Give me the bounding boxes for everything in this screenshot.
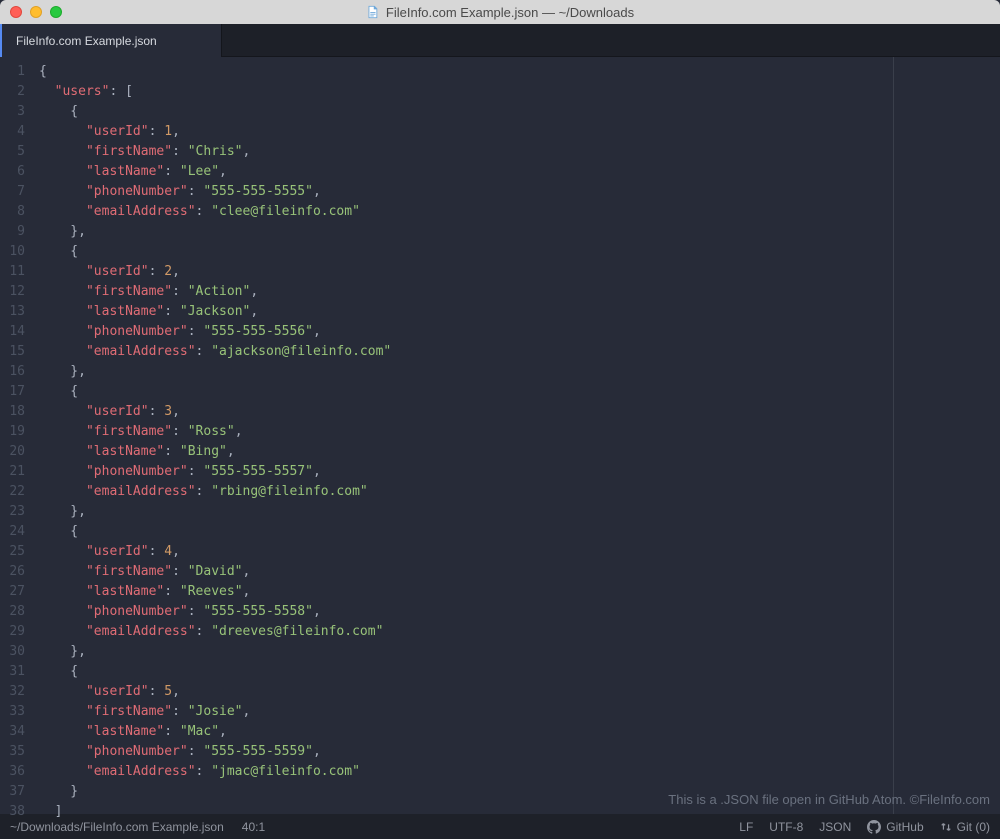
code-line[interactable]: "emailAddress": "clee@fileinfo.com" (39, 202, 893, 222)
status-git[interactable]: Git (0) (940, 820, 990, 834)
line-number[interactable]: 7 (0, 182, 33, 202)
code-line[interactable]: "phoneNumber": "555-555-5558", (39, 602, 893, 622)
line-number[interactable]: 10 (0, 242, 33, 262)
code-line[interactable]: "userId": 2, (39, 262, 893, 282)
line-number[interactable]: 17 (0, 382, 33, 402)
code-line[interactable]: "userId": 1, (39, 122, 893, 142)
code-line[interactable]: "firstName": "Action", (39, 282, 893, 302)
code-line[interactable]: "phoneNumber": "555-555-5559", (39, 742, 893, 762)
code-line[interactable]: } (39, 782, 893, 802)
close-icon[interactable] (10, 6, 22, 18)
line-number[interactable]: 37 (0, 782, 33, 802)
line-number[interactable]: 15 (0, 342, 33, 362)
line-number[interactable]: 4 (0, 122, 33, 142)
code-line[interactable]: "emailAddress": "jmac@fileinfo.com" (39, 762, 893, 782)
line-number[interactable]: 12 (0, 282, 33, 302)
tab-bar: FileInfo.com Example.json (0, 24, 1000, 57)
line-number[interactable]: 16 (0, 362, 33, 382)
line-number[interactable]: 26 (0, 562, 33, 582)
code-line[interactable]: "userId": 3, (39, 402, 893, 422)
code-line[interactable]: "userId": 5, (39, 682, 893, 702)
code-line[interactable]: "phoneNumber": "555-555-5557", (39, 462, 893, 482)
code-line[interactable]: "firstName": "Ross", (39, 422, 893, 442)
line-number[interactable]: 6 (0, 162, 33, 182)
code-line[interactable]: "firstName": "Chris", (39, 142, 893, 162)
line-number[interactable]: 23 (0, 502, 33, 522)
tab-label: FileInfo.com Example.json (16, 34, 157, 48)
code-editor[interactable]: { "users": [ { "userId": 1, "firstName":… (33, 57, 893, 814)
maximize-icon[interactable] (50, 6, 62, 18)
line-number[interactable]: 27 (0, 582, 33, 602)
line-number[interactable]: 5 (0, 142, 33, 162)
minimize-icon[interactable] (30, 6, 42, 18)
code-line[interactable]: { (39, 382, 893, 402)
code-line[interactable]: "firstName": "Josie", (39, 702, 893, 722)
window-title-text: FileInfo.com Example.json — ~/Downloads (386, 5, 634, 20)
status-git-label: Git (0) (957, 820, 990, 834)
code-line[interactable]: "lastName": "Lee", (39, 162, 893, 182)
line-number[interactable]: 28 (0, 602, 33, 622)
line-number[interactable]: 29 (0, 622, 33, 642)
code-line[interactable]: "phoneNumber": "555-555-5556", (39, 322, 893, 342)
code-line[interactable]: }, (39, 362, 893, 382)
line-number[interactable]: 20 (0, 442, 33, 462)
line-number[interactable]: 19 (0, 422, 33, 442)
code-line[interactable]: { (39, 662, 893, 682)
code-line[interactable]: "userId": 4, (39, 542, 893, 562)
line-number[interactable]: 31 (0, 662, 33, 682)
code-line[interactable]: "phoneNumber": "555-555-5555", (39, 182, 893, 202)
code-line[interactable]: "lastName": "Mac", (39, 722, 893, 742)
line-number[interactable]: 36 (0, 762, 33, 782)
line-number[interactable]: 3 (0, 102, 33, 122)
minimap[interactable] (894, 57, 1000, 814)
line-number[interactable]: 1 (0, 62, 33, 82)
line-number[interactable]: 30 (0, 642, 33, 662)
git-sync-icon (940, 821, 952, 833)
window-titlebar: FileInfo.com Example.json — ~/Downloads (0, 0, 1000, 24)
code-line[interactable]: { (39, 522, 893, 542)
code-line[interactable]: "firstName": "David", (39, 562, 893, 582)
line-number[interactable]: 24 (0, 522, 33, 542)
code-line[interactable]: "users": [ (39, 82, 893, 102)
line-number[interactable]: 35 (0, 742, 33, 762)
code-line[interactable]: ] (39, 802, 893, 822)
code-line[interactable]: }, (39, 222, 893, 242)
code-line[interactable]: "lastName": "Reeves", (39, 582, 893, 602)
line-number[interactable]: 18 (0, 402, 33, 422)
line-number[interactable]: 11 (0, 262, 33, 282)
line-number[interactable]: 22 (0, 482, 33, 502)
code-line[interactable]: { (39, 242, 893, 262)
line-number[interactable]: 33 (0, 702, 33, 722)
traffic-lights (0, 6, 62, 18)
code-line[interactable]: "lastName": "Jackson", (39, 302, 893, 322)
line-number-gutter[interactable]: 1234567891011121314151617181920212223242… (0, 57, 33, 814)
window-title: FileInfo.com Example.json — ~/Downloads (366, 5, 634, 20)
code-line[interactable]: "lastName": "Bing", (39, 442, 893, 462)
tab-active[interactable]: FileInfo.com Example.json (0, 24, 222, 57)
line-number[interactable]: 2 (0, 82, 33, 102)
editor-area: 1234567891011121314151617181920212223242… (0, 57, 1000, 814)
document-icon (366, 5, 380, 19)
code-line[interactable]: "emailAddress": "dreeves@fileinfo.com" (39, 622, 893, 642)
code-line[interactable]: "emailAddress": "rbing@fileinfo.com" (39, 482, 893, 502)
line-number[interactable]: 25 (0, 542, 33, 562)
line-number[interactable]: 21 (0, 462, 33, 482)
line-number[interactable]: 8 (0, 202, 33, 222)
line-number[interactable]: 13 (0, 302, 33, 322)
line-number[interactable]: 32 (0, 682, 33, 702)
line-number[interactable]: 34 (0, 722, 33, 742)
code-line[interactable]: "emailAddress": "ajackson@fileinfo.com" (39, 342, 893, 362)
code-line[interactable]: { (39, 62, 893, 82)
code-line[interactable]: }, (39, 502, 893, 522)
code-line[interactable]: }, (39, 642, 893, 662)
code-line[interactable]: { (39, 102, 893, 122)
line-number[interactable]: 14 (0, 322, 33, 342)
line-number[interactable]: 9 (0, 222, 33, 242)
